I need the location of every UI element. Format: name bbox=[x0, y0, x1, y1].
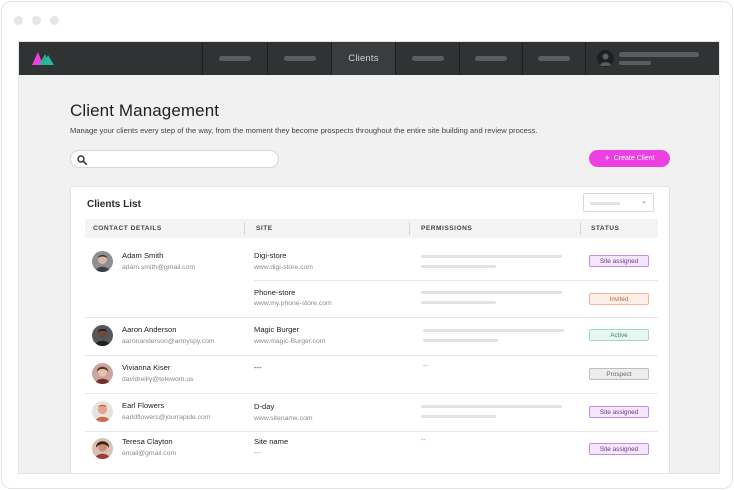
permissions-empty: -- bbox=[421, 437, 426, 444]
window-controls bbox=[14, 16, 59, 25]
nav-item-5[interactable] bbox=[460, 42, 523, 75]
search-icon bbox=[77, 155, 87, 165]
app-frame: Clients Client Management Manage your cl… bbox=[18, 41, 720, 474]
client-name: Aaron Anderson bbox=[122, 325, 177, 334]
nav-item-clients[interactable]: Clients bbox=[332, 42, 396, 75]
client-name: Earl Flowers bbox=[122, 401, 165, 410]
status-badge: Site assigned bbox=[589, 255, 649, 267]
column-header-contact[interactable]: CONTACT DETAILS bbox=[93, 225, 162, 232]
table-row[interactable]: Adam Smith adam.smith@gmail.com Digi-sto… bbox=[85, 245, 658, 280]
chevron-down-icon: ⌄ bbox=[641, 198, 647, 205]
nav-placeholder bbox=[411, 56, 444, 61]
nav-placeholder bbox=[283, 56, 316, 61]
nav-item-4[interactable] bbox=[396, 42, 460, 75]
site-name[interactable]: Phone-store bbox=[254, 288, 295, 297]
site-name[interactable]: D-day bbox=[254, 402, 274, 411]
filter-placeholder bbox=[590, 202, 620, 205]
status-badge: Invited bbox=[589, 293, 649, 305]
column-divider bbox=[580, 222, 581, 235]
brand-logo[interactable] bbox=[19, 42, 203, 75]
permissions-placeholder bbox=[421, 415, 496, 418]
column-header-status[interactable]: STATUS bbox=[591, 225, 619, 232]
column-divider bbox=[409, 222, 410, 235]
client-name: Teresa Clayton bbox=[122, 437, 173, 446]
page-subtitle: Manage your clients every step of the wa… bbox=[70, 126, 538, 135]
client-avatar bbox=[92, 363, 113, 384]
create-client-label: Create Client bbox=[613, 155, 655, 162]
client-email: email@gmail.com bbox=[122, 450, 177, 457]
permissions-placeholder bbox=[421, 405, 562, 408]
permissions-placeholder bbox=[421, 291, 562, 294]
client-avatar bbox=[92, 401, 113, 422]
client-email: adam.smith@gmail.com bbox=[122, 264, 196, 271]
table-row[interactable]: Earl Flowers earldflowers@jourrapide.com… bbox=[85, 394, 658, 431]
table-row[interactable]: Vivianna Kiser davidreilly@telewom.us --… bbox=[85, 356, 658, 393]
column-header-permissions[interactable]: PERMISSIONS bbox=[421, 225, 472, 232]
client-name: Adam Smith bbox=[122, 251, 164, 260]
site-name[interactable]: Site name bbox=[254, 437, 288, 446]
browser-window: Clients Client Management Manage your cl… bbox=[1, 1, 733, 489]
table-header: CONTACT DETAILS SITE PERMISSIONS STATUS bbox=[85, 219, 658, 238]
site-url[interactable]: www.magic-Burger.com bbox=[254, 338, 325, 345]
site-url[interactable]: www.my.phone-store.com bbox=[254, 300, 332, 307]
client-avatar bbox=[92, 251, 113, 272]
client-email: aaronanderson@armyspy.com bbox=[122, 338, 215, 345]
nav-item-clients-label: Clients bbox=[348, 53, 379, 64]
create-client-button[interactable]: + Create Client bbox=[589, 150, 670, 167]
nav-placeholder bbox=[219, 56, 251, 61]
permissions-placeholder bbox=[423, 329, 564, 332]
filter-dropdown[interactable]: ⌄ bbox=[583, 193, 654, 212]
nav-placeholder bbox=[538, 56, 570, 61]
table-row[interactable]: Phone-store www.my.phone-store.com Invit… bbox=[85, 281, 658, 317]
site-name[interactable]: Digi-store bbox=[254, 251, 287, 260]
site-url[interactable]: www.digi-store.com bbox=[254, 264, 313, 271]
clients-list-title: Clients List bbox=[87, 199, 141, 210]
permissions-placeholder bbox=[423, 339, 498, 342]
status-badge: Site assigned bbox=[589, 406, 649, 418]
table-row[interactable]: Teresa Clayton email@gmail.com Site name… bbox=[85, 432, 658, 469]
search-input[interactable] bbox=[70, 150, 279, 168]
client-name: Vivianna Kiser bbox=[122, 363, 171, 372]
plus-icon: + bbox=[604, 153, 610, 163]
page-title: Client Management bbox=[70, 101, 220, 120]
permissions-placeholder bbox=[421, 255, 562, 258]
client-email: davidreilly@telewom.us bbox=[122, 376, 194, 383]
column-divider bbox=[244, 222, 245, 235]
window-dot-maximize[interactable] bbox=[50, 16, 59, 25]
status-badge: Site assigned bbox=[589, 443, 649, 455]
nav-item-2[interactable] bbox=[268, 42, 332, 75]
window-dot-minimize[interactable] bbox=[32, 16, 41, 25]
user-role-placeholder bbox=[619, 61, 651, 65]
site-url[interactable]: --- bbox=[254, 449, 261, 456]
status-badge: Prospect bbox=[589, 368, 649, 380]
nav-item-6[interactable] bbox=[523, 42, 586, 75]
top-nav: Clients bbox=[19, 42, 719, 75]
nav-item-1[interactable] bbox=[203, 42, 268, 75]
permissions-placeholder bbox=[421, 301, 496, 304]
column-header-site[interactable]: SITE bbox=[256, 225, 273, 232]
status-badge: Active bbox=[589, 329, 649, 341]
nav-placeholder bbox=[475, 56, 507, 61]
permissions-placeholder bbox=[421, 265, 496, 268]
user-menu[interactable] bbox=[586, 42, 719, 75]
clients-list-card: Clients List ⌄ CONTACT DETAILS SITE PERM… bbox=[70, 186, 670, 473]
client-avatar bbox=[92, 325, 113, 346]
window-dot-close[interactable] bbox=[14, 16, 23, 25]
user-avatar-icon bbox=[597, 50, 614, 67]
user-name-placeholder bbox=[619, 52, 699, 57]
client-email: earldflowers@jourrapide.com bbox=[122, 414, 211, 421]
site-url[interactable]: www.sitename.com bbox=[254, 415, 313, 422]
permissions-empty: -- bbox=[423, 363, 428, 370]
site-name[interactable]: --- bbox=[254, 363, 262, 372]
logo-mark-icon bbox=[32, 52, 54, 65]
client-avatar bbox=[92, 438, 113, 459]
site-name[interactable]: Magic Burger bbox=[254, 325, 299, 334]
table-row[interactable]: Aaron Anderson aaronanderson@armyspy.com… bbox=[85, 318, 658, 355]
